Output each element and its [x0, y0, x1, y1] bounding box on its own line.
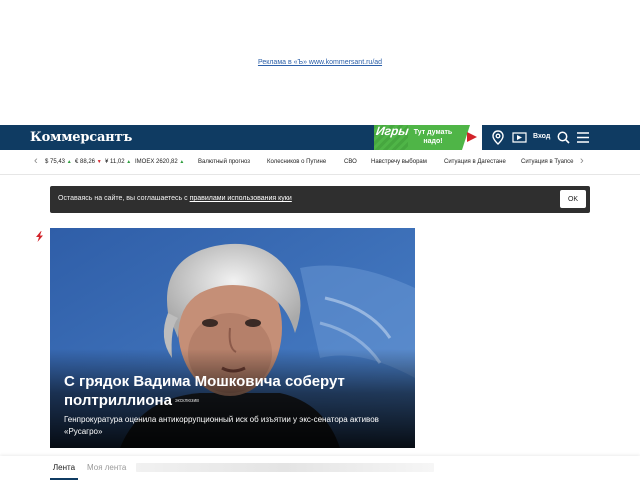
cookie-banner: Оставаясь на сайте, вы соглашаетесь с пр… — [50, 186, 590, 213]
ad-link[interactable]: Реклама в «Ъ» www.kommersant.ru/ad — [0, 59, 640, 66]
ticker-bar: ‹ $ 75,43 ▲ € 88,26 ▼ ¥ 11,02 ▲ IMOEX 26… — [0, 150, 640, 175]
tab-feed[interactable]: Лента — [50, 456, 78, 480]
ticker-link-dagestan[interactable]: Ситуация в Дагестане — [444, 159, 506, 165]
search-icon[interactable] — [555, 129, 571, 146]
quote-imoex-label: IMOEX 2620,82 — [135, 159, 178, 165]
hero-title-text: С грядок Вадима Мошковича соберут полтри… — [64, 373, 345, 409]
menu-icon[interactable] — [576, 129, 590, 146]
site-header: Коммерсантъ Игры Тут думать надо! Вход — [0, 125, 640, 150]
hero-title[interactable]: С грядок Вадима Мошковича соберут полтри… — [64, 372, 394, 411]
quote-usd[interactable]: $ 75,43 ▲ — [45, 159, 72, 165]
lightning-icon — [35, 229, 44, 242]
trend-up-icon: ▲ — [179, 159, 185, 165]
site-logo[interactable]: Коммерсантъ — [30, 130, 132, 145]
ticker-link-kolesnikov[interactable]: Колесников о Путине — [267, 159, 326, 165]
loading-skeleton — [136, 463, 434, 472]
ad-zone: Реклама в «Ъ» www.kommersant.ru/ad — [0, 0, 640, 125]
hero-lead[interactable]: Генпрокуратура оценила антикоррупционный… — [64, 414, 409, 438]
hero-article[interactable]: С грядок Вадима Мошковича соберут полтри… — [50, 228, 415, 448]
ticker-link-elections[interactable]: Навстречу выборам — [371, 159, 427, 165]
cookie-accept-button[interactable]: OK — [560, 190, 586, 208]
feed-tabs: Лента Моя лента — [0, 456, 640, 480]
radio-icon[interactable] — [511, 129, 527, 146]
quote-cny-label: ¥ 11,02 — [105, 159, 125, 165]
ticker-link-svo[interactable]: СВО — [344, 159, 357, 165]
ticker-link-currency-forecast[interactable]: Валютный прогноз — [198, 159, 250, 165]
quote-eur[interactable]: € 88,26 ▼ — [75, 159, 102, 165]
location-icon[interactable] — [490, 129, 506, 146]
ticker-next-icon[interactable]: › — [580, 156, 584, 167]
quote-imoex[interactable]: IMOEX 2620,82 ▲ — [135, 159, 184, 165]
page: Реклама в «Ъ» www.kommersant.ru/ad Комме… — [0, 0, 640, 480]
games-banner-text: Тут думать надо! — [413, 129, 453, 145]
quote-cny[interactable]: ¥ 11,02 ▲ — [105, 159, 131, 165]
tab-my-feed[interactable]: Моя лента — [87, 463, 126, 472]
ticker-link-tuapse[interactable]: Ситуация в Туапсе — [521, 159, 574, 165]
cookie-policy-link[interactable]: правилами использования куки — [190, 195, 292, 202]
trend-up-icon: ▲ — [66, 159, 72, 165]
games-banner[interactable]: Игры Тут думать надо! — [374, 125, 482, 150]
trend-down-icon: ▼ — [96, 159, 102, 165]
cookie-message: Оставаясь на сайте, вы соглашаетесь с — [58, 195, 188, 202]
login-link[interactable]: Вход — [533, 133, 550, 140]
games-banner-title: Игры — [375, 125, 410, 138]
exclusive-badge: эксклюзив — [174, 397, 199, 404]
trend-up-icon: ▲ — [126, 159, 132, 165]
quote-usd-label: $ 75,43 — [45, 159, 66, 165]
cookie-text: Оставаясь на сайте, вы соглашаетесь с пр… — [58, 195, 292, 202]
ticker-prev-icon[interactable]: ‹ — [34, 156, 38, 167]
quote-eur-label: € 88,26 — [75, 159, 96, 165]
